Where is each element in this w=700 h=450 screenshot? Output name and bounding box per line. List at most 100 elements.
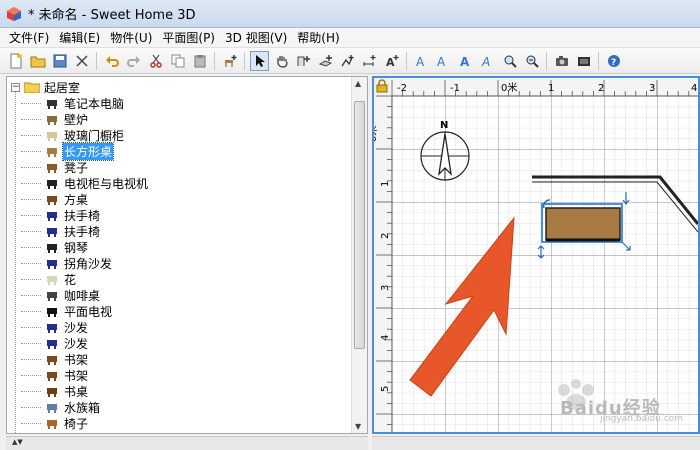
menu-3d-view[interactable]: 3D 视图(V) [220,28,292,48]
catalog-item-label: 笔记本电脑 [64,96,125,111]
text-style-icon[interactable]: A [412,51,431,71]
tree-connector [21,262,41,264]
select-arrow-icon[interactable] [250,50,269,71]
flower-icon [45,272,59,286]
catalog-item[interactable]: 椅子 [21,415,351,431]
catalog-item[interactable]: 电视柜与电视机 [21,175,351,191]
aquarium-icon [45,400,59,414]
tree-connector [21,198,41,200]
text-italic-icon[interactable]: A [478,51,497,71]
compass-north-label: N [440,120,448,131]
catalog-item-label: 沙发 [64,336,89,351]
catalog-item-label: 扶手椅 [64,208,101,223]
scroll-up-arrow-icon[interactable]: ▲ [355,79,361,88]
help-icon[interactable]: ? [604,51,623,71]
open-icon[interactable] [28,51,47,71]
catalog-item[interactable]: 咖啡桌 [21,287,351,303]
toolbar: A A A A A ? [0,48,700,74]
create-photo-icon[interactable] [552,51,571,71]
catalog-item[interactable]: 拐角沙发 [21,255,351,271]
catalog-item[interactable]: 笔记本电脑 [21,95,351,111]
ruler-y-label: 1 [380,181,391,187]
cut-icon[interactable] [146,51,165,71]
catalog-vertical-scrollbar[interactable]: ▲ ▼ [351,77,367,433]
catalog-item-label: 壁炉 [64,112,89,127]
furniture-list: 笔记本电脑 壁炉 玻璃门橱柜 长方形桌 凳子 电视柜与电视机 方桌 扶手椅 扶手椅 钢琴 拐角沙发花… [21,95,351,431]
create-rooms-icon[interactable] [316,51,335,71]
catalog-item-label: 书架 [64,368,89,383]
catalog-item[interactable]: 壁炉 [21,111,351,127]
catalog-item[interactable]: 钢琴 [21,239,351,255]
menu-edit[interactable]: 编辑(E) [54,28,105,48]
catalog-item[interactable]: 平面电视 [21,303,351,319]
catalog-item[interactable]: 书架 [21,351,351,367]
catalog-item-label: 长方形桌 [61,141,115,161]
plan-splitter[interactable] [372,436,700,450]
text-bold-icon[interactable]: A [456,51,475,71]
catalog-item[interactable]: 扶手椅 [21,207,351,223]
ruler-x-label: 3 [649,83,655,94]
ruler-x-label: 2 [598,83,604,94]
tree-connector [21,390,41,392]
add-text-icon[interactable]: A [382,51,401,71]
ruler-x-label: -1 [450,83,460,94]
catalog-item[interactable]: 沙发 [21,319,351,335]
tree-connector [21,310,41,312]
create-walls-icon[interactable] [294,51,313,71]
menu-furniture[interactable]: 物件(U) [105,28,157,48]
zoom-in-icon[interactable] [500,51,519,71]
desk-icon [45,384,59,398]
menu-file[interactable]: 文件(F) [4,28,54,48]
new-file-icon[interactable] [6,51,25,71]
tree-connector [21,246,41,248]
undo-icon[interactable] [102,51,121,71]
furniture-catalog-tree[interactable]: − 起居室 笔记本电脑 壁炉 玻璃门橱柜 长方形桌 凳子 电视柜与电视机 方桌 扶手椅 扶手椅钢… [6,76,368,434]
catalog-item-label: 书架 [64,352,89,367]
catalog-item[interactable]: 书桌 [21,383,351,399]
coffee-table-icon [45,288,59,302]
redo-icon[interactable] [124,51,143,71]
create-polylines-icon[interactable] [338,51,357,71]
copy-icon[interactable] [168,51,187,71]
zoom-out-icon[interactable] [522,51,541,71]
add-furniture-icon[interactable] [220,51,239,71]
scroll-thumb[interactable] [354,101,365,349]
scroll-down-arrow-icon[interactable]: ▼ [355,422,361,431]
bookshelf-icon [45,368,59,382]
collapse-toggle-icon[interactable]: − [11,82,20,92]
sofa-icon [45,336,59,350]
catalog-item[interactable]: 玻璃门橱柜 [21,127,351,143]
lock-base-plan-icon[interactable] [374,78,390,94]
menu-bar: 文件(F) 编辑(E) 物件(U) 平面图(P) 3D 视图(V) 帮助(H) [0,28,700,48]
tree-guide-line [15,91,16,433]
tree-connector [21,230,41,232]
catalog-item[interactable]: 长方形桌 [21,141,351,161]
split-arrows-icon[interactable]: ▲▼ [12,438,23,446]
catalog-item[interactable]: 方桌 [21,191,351,207]
rectangular-table-icon [45,144,59,158]
menu-plan[interactable]: 平面图(P) [157,28,220,48]
pan-hand-icon[interactable] [272,51,291,71]
catalog-item[interactable]: 花 [21,271,351,287]
paste-icon[interactable] [190,51,209,71]
menu-help[interactable]: 帮助(H) [292,28,344,48]
catalog-item[interactable]: 沙发 [21,335,351,351]
create-video-icon[interactable] [574,51,593,71]
cut-tools-icon[interactable] [72,51,91,71]
corner-sofa-icon [45,256,59,270]
catalog-item[interactable]: 扶手椅 [21,223,351,239]
catalog-splitter[interactable]: ▲▼ [6,436,368,450]
sofa-icon [45,320,59,334]
tree-connector [21,326,41,328]
catalog-item-label: 书桌 [64,384,89,399]
save-icon[interactable] [50,51,69,71]
catalog-item-label: 扶手椅 [64,224,101,239]
square-table-icon [45,192,59,206]
create-dimensions-icon[interactable] [360,51,379,71]
text-size-icon[interactable]: A [434,51,453,71]
catalog-item[interactable]: 书架 [21,367,351,383]
ruler-y-label: 2 [380,233,391,239]
catalog-item[interactable]: 凳子 [21,159,351,175]
catalog-item[interactable]: 水族箱 [21,399,351,415]
tree-category-living-room[interactable]: − 起居室 [11,79,80,95]
